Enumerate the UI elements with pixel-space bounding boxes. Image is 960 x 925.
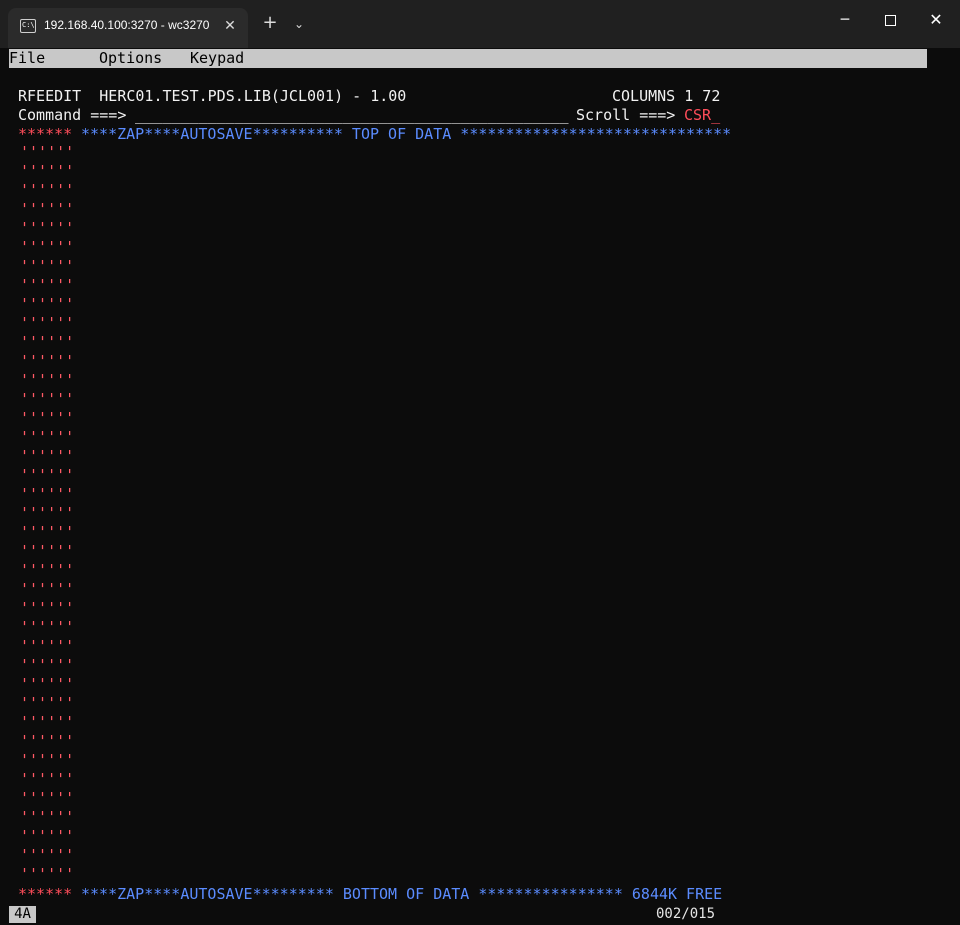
edit-line-marker[interactable]: '''''' xyxy=(20,542,74,561)
edit-line-marker[interactable]: '''''' xyxy=(20,770,74,789)
bottom-of-data-banner: ****ZAP****AUTOSAVE********* BOTTOM OF D… xyxy=(81,885,723,903)
edit-line-marker[interactable]: '''''' xyxy=(20,257,74,276)
edit-line-marker[interactable]: '''''' xyxy=(20,428,74,447)
edit-line-marker[interactable]: '''''' xyxy=(20,466,74,485)
cursor-position: 002/015 xyxy=(656,906,716,922)
maximize-icon xyxy=(884,15,896,26)
edit-line-marker[interactable]: '''''' xyxy=(20,181,74,200)
edit-line-marker[interactable]: '''''' xyxy=(20,789,74,808)
edit-line-marker[interactable]: '''''' xyxy=(20,238,74,257)
edit-line-marker[interactable]: '''''' xyxy=(20,143,74,162)
tab-title: 192.168.40.100:3270 - wc3270 xyxy=(44,18,210,32)
close-window-button[interactable]: ✕ xyxy=(913,0,959,40)
chevron-down-icon[interactable]: ⌄ xyxy=(289,14,309,34)
edit-line-marker[interactable]: '''''' xyxy=(20,637,74,656)
edit-line-marker[interactable]: '''''' xyxy=(20,485,74,504)
bottom-line-marker: ****** xyxy=(18,885,73,903)
status-indicator: 4A xyxy=(9,906,36,923)
minimize-button[interactable]: ─ xyxy=(822,0,868,40)
edit-line-marker[interactable]: '''''' xyxy=(20,219,74,238)
edit-line-marker[interactable]: '''''' xyxy=(20,694,74,713)
edit-line-marker[interactable]: '''''' xyxy=(20,314,74,333)
menu-options[interactable]: Options xyxy=(99,49,162,68)
edit-line-marker[interactable]: '''''' xyxy=(20,618,74,637)
edit-line-marker[interactable]: '''''' xyxy=(20,732,74,751)
maximize-button[interactable] xyxy=(867,0,913,40)
edit-line-marker[interactable]: '''''' xyxy=(20,371,74,390)
edit-line-marker[interactable]: '''''' xyxy=(20,599,74,618)
edit-line-marker[interactable]: '''''' xyxy=(20,409,74,428)
new-tab-icon[interactable]: + xyxy=(259,12,281,34)
edit-lines: '''''' '''''' '''''' '''''' '''''' '''''' ''''… xyxy=(20,143,74,884)
terminal-icon: C:\ xyxy=(20,19,36,33)
scroll-input[interactable]: CSR_ xyxy=(684,106,720,125)
edit-line-marker[interactable]: '''''' xyxy=(20,561,74,580)
edit-line-marker[interactable]: '''''' xyxy=(20,523,74,542)
command-input[interactable]: ________________________________________… xyxy=(135,106,568,125)
edit-line-marker[interactable]: '''''' xyxy=(20,200,74,219)
top-of-data-banner: ****ZAP****AUTOSAVE********** TOP OF DAT… xyxy=(81,125,732,143)
menu-file[interactable]: File xyxy=(9,49,45,68)
edit-line-marker[interactable]: '''''' xyxy=(20,865,74,884)
edit-line-marker[interactable]: '''''' xyxy=(20,846,74,865)
edit-line-marker[interactable]: '''''' xyxy=(20,276,74,295)
scroll-label: Scroll ===> xyxy=(576,106,676,124)
edit-line-marker[interactable]: '''''' xyxy=(20,827,74,846)
editor-title: RFEEDIT HERC01.TEST.PDS.LIB(JCL001) - 1.… xyxy=(18,87,407,105)
edit-line-marker[interactable]: '''''' xyxy=(20,295,74,314)
edit-line-marker[interactable]: '''''' xyxy=(20,656,74,675)
columns-indicator: COLUMNS 1 72 xyxy=(612,87,721,105)
title-bar: C:\ 192.168.40.100:3270 - wc3270 ✕ + ⌄ ─… xyxy=(0,0,960,48)
terminal-menu-bar: File Options Keypad xyxy=(9,49,927,68)
edit-line-marker[interactable]: '''''' xyxy=(20,808,74,827)
edit-line-marker[interactable]: '''''' xyxy=(20,751,74,770)
edit-line-marker[interactable]: '''''' xyxy=(20,352,74,371)
close-tab-icon[interactable]: ✕ xyxy=(220,16,240,36)
menu-keypad[interactable]: Keypad xyxy=(190,49,244,68)
edit-line-marker[interactable]: '''''' xyxy=(20,162,74,181)
terminal-tab[interactable]: C:\ 192.168.40.100:3270 - wc3270 ✕ xyxy=(8,8,248,48)
edit-line-marker[interactable]: '''''' xyxy=(20,580,74,599)
command-label: Command ===> xyxy=(18,106,127,124)
top-line-marker: ****** xyxy=(18,125,73,143)
edit-line-marker[interactable]: '''''' xyxy=(20,713,74,732)
edit-line-marker[interactable]: '''''' xyxy=(20,333,74,352)
edit-line-marker[interactable]: '''''' xyxy=(20,447,74,466)
edit-line-marker[interactable]: '''''' xyxy=(20,675,74,694)
edit-line-marker[interactable]: '''''' xyxy=(20,390,74,409)
edit-line-marker[interactable]: '''''' xyxy=(20,504,74,523)
